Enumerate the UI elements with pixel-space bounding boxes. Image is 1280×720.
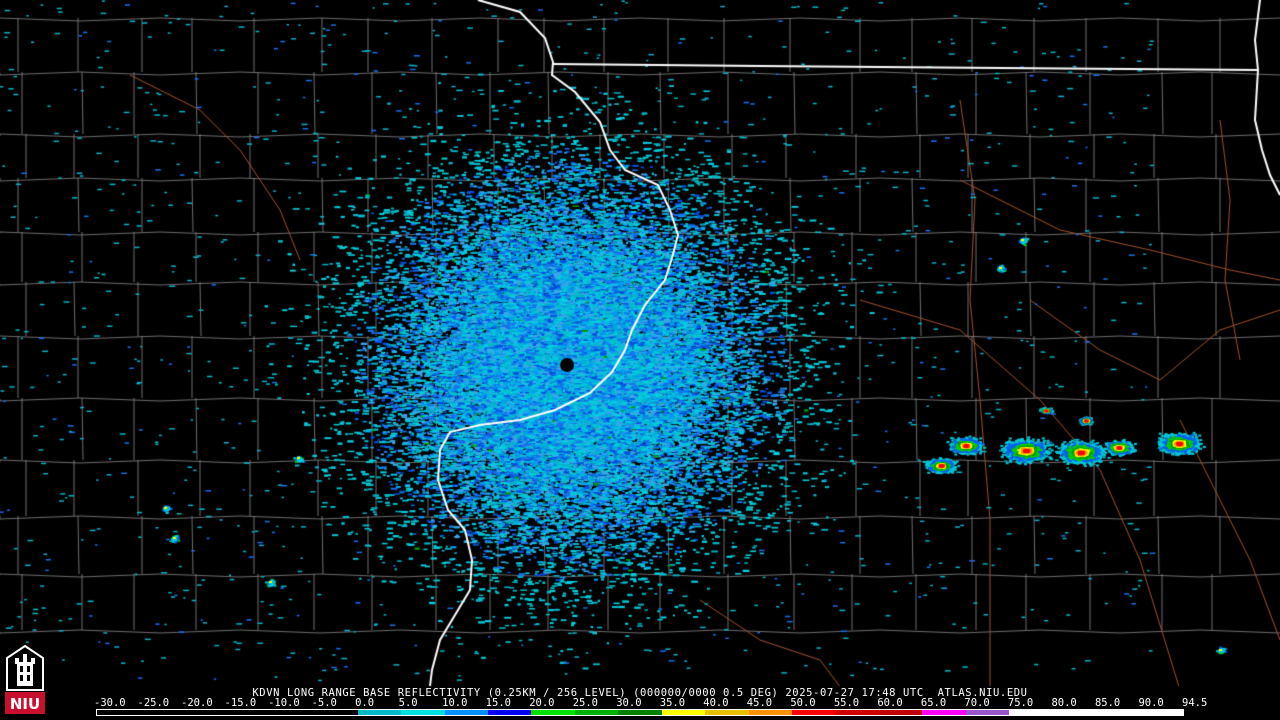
- legend-tick: -25.0: [137, 697, 170, 709]
- legend-tick: 20.0: [529, 697, 555, 709]
- color-scale-segment: [705, 710, 749, 715]
- legend-tick: 65.0: [920, 697, 947, 709]
- legend-tick: -10.0: [268, 697, 300, 709]
- legend-tick: 60.0: [877, 697, 903, 709]
- color-scale-segment: [574, 710, 619, 715]
- niu-logo: NIU: [3, 644, 47, 716]
- color-scale-segment: [965, 710, 1010, 715]
- color-scale-segment: [487, 710, 532, 715]
- color-scale-segment: [314, 710, 358, 715]
- color-scale-segment: [357, 710, 402, 715]
- legend-tick: 10.0: [442, 697, 468, 709]
- legend-tick: 50.0: [790, 697, 816, 709]
- color-scale-segment: [1009, 710, 1053, 715]
- legend-tick: 40.0: [703, 697, 729, 709]
- color-scale-segment: [878, 710, 923, 715]
- color-scale-segment: [792, 710, 836, 715]
- legend-tick: 70.0: [964, 697, 990, 709]
- legend-tick: 75.0: [1007, 697, 1034, 709]
- color-scale-segment: [748, 710, 792, 715]
- legend-tick: 80.0: [1051, 697, 1077, 709]
- color-scale-segment: [922, 710, 966, 715]
- color-scale-segment: [1096, 710, 1140, 715]
- legend-tick: -15.0: [224, 697, 257, 709]
- color-scale-segment: [97, 710, 141, 715]
- color-scale-segment: [270, 710, 315, 715]
- legend-tick: 35.0: [659, 697, 686, 709]
- legend-tick: 15.0: [485, 697, 511, 709]
- legend-tick: -30.0: [94, 697, 126, 709]
- color-scale-segment: [835, 710, 879, 715]
- legend-tick: 90.0: [1138, 697, 1164, 709]
- color-scale-segment: [661, 710, 706, 715]
- legend-tick: -20.0: [181, 697, 213, 709]
- legend-tick: 5.0: [398, 697, 418, 709]
- legend-tick: 55.0: [833, 697, 860, 709]
- color-scale-segment: [1052, 710, 1097, 715]
- legend-tick: 85.0: [1094, 697, 1121, 709]
- legend-tick: -5.0: [311, 697, 337, 709]
- legend-tick: 25.0: [572, 697, 599, 709]
- reflectivity-color-scale: [96, 709, 1184, 716]
- legend-tick: 94.5: [1182, 697, 1208, 709]
- color-scale-segment: [1139, 710, 1183, 715]
- legend-tick: 0.0: [355, 697, 375, 709]
- color-scale-segment: [618, 710, 662, 715]
- color-scale-segment: [401, 710, 445, 715]
- legend-tick: 30.0: [616, 697, 642, 709]
- legend-tick: 45.0: [746, 697, 773, 709]
- color-scale-segment: [183, 710, 228, 715]
- legend-tick-labels: -30.0 -25.0 -20.0 -15.0 -10.0 -5.0 0.0 5.0 10.0 1…: [94, 697, 1207, 709]
- color-scale-segment: [140, 710, 184, 715]
- radar-map: [0, 0, 1280, 720]
- color-scale-segment: [444, 710, 488, 715]
- color-scale-segment: [531, 710, 575, 715]
- color-scale-segment: [227, 710, 271, 715]
